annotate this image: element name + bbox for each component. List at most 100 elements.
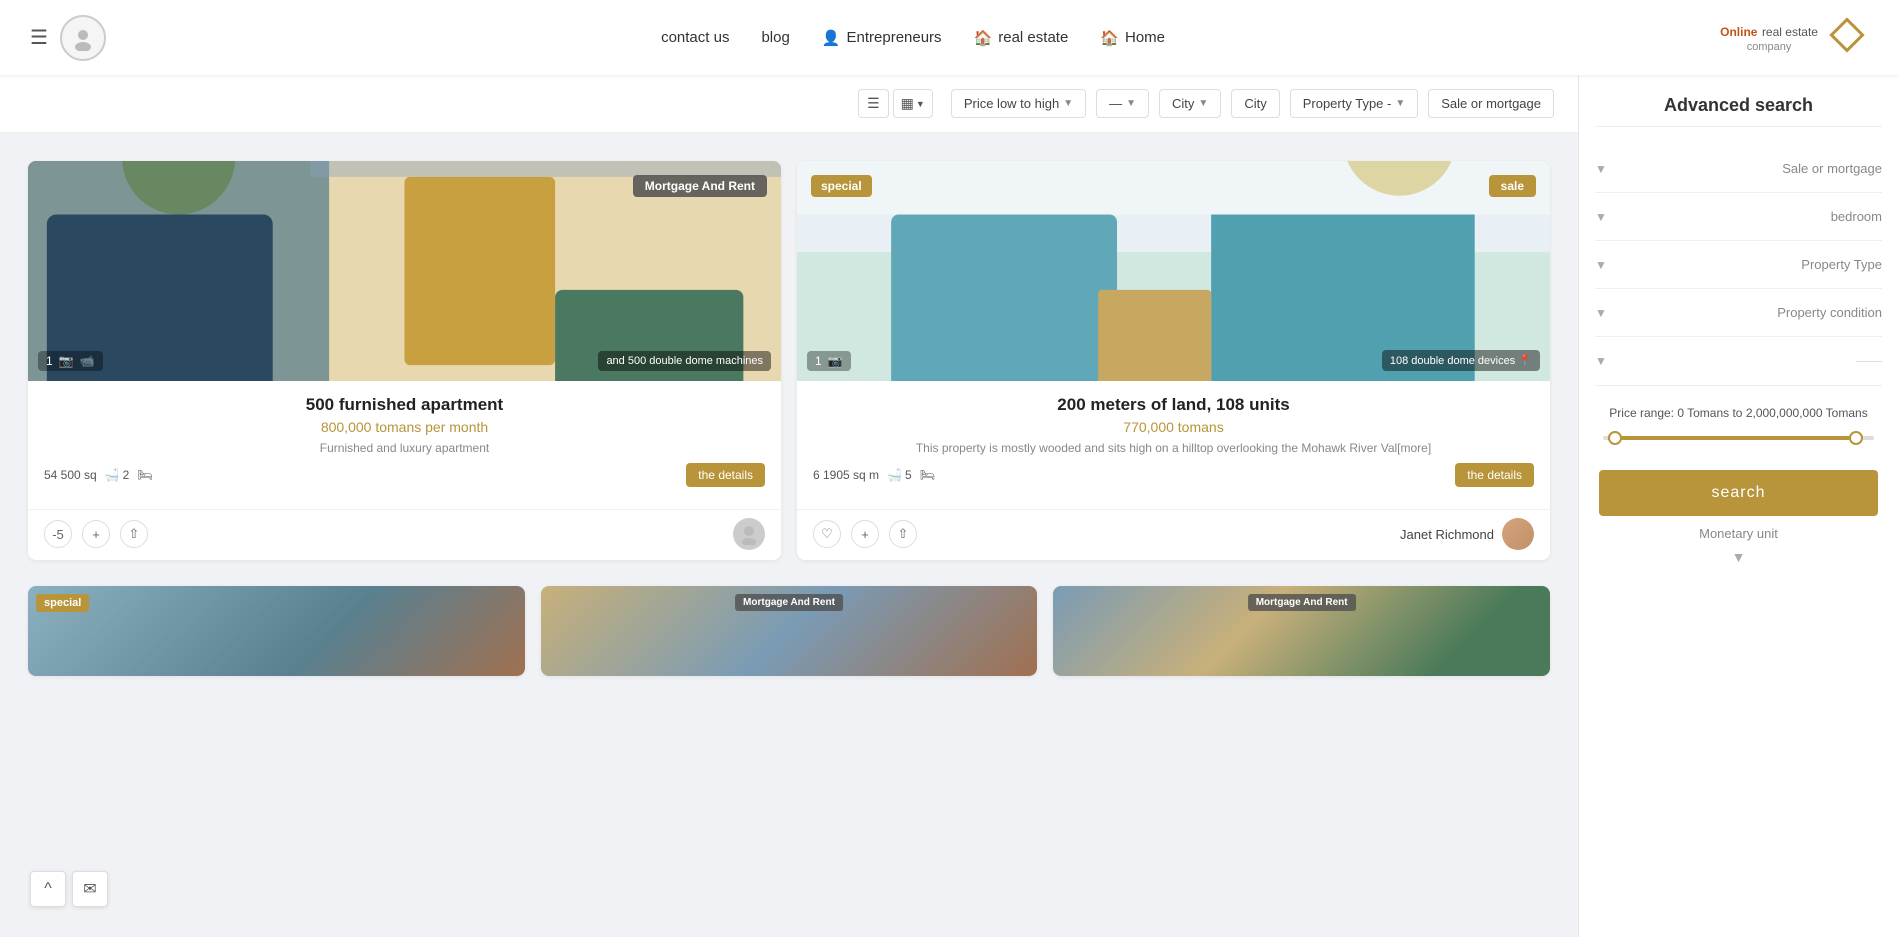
nav-item-entrepreneurs[interactable]: 👤 Entrepreneurs: [822, 29, 942, 47]
bath-count: 2: [123, 468, 130, 482]
hamburger-icon[interactable]: ☰: [30, 25, 48, 50]
bottom-property-row: special Mortgage And Rent Mortgage And R…: [0, 578, 1578, 704]
share-button[interactable]: ⇧: [889, 520, 917, 548]
bed-icon: 🛏: [920, 468, 935, 482]
dislike-count: -5: [52, 527, 64, 542]
spec-bath: 🛁 5: [887, 468, 912, 482]
logo-wrap: Online real estate company: [1720, 14, 1868, 61]
sidebar-section-header[interactable]: ▼ bedroom: [1595, 205, 1882, 228]
arrow-up-icon: ^: [44, 880, 52, 898]
search-button[interactable]: search: [1599, 470, 1878, 516]
avatar[interactable]: [60, 15, 106, 61]
sort-filter-button[interactable]: Price low to high ▼: [951, 89, 1086, 118]
details-button[interactable]: the details: [1455, 463, 1534, 487]
bed-icon: 🛏: [137, 468, 152, 482]
share-icon: ⇧: [898, 526, 909, 542]
property-card: Mortgage And Rent 1 📷 📹 and 500 double d…: [28, 161, 781, 560]
like-button[interactable]: ♡: [813, 520, 841, 548]
agent-info: Janet Richmond: [1400, 518, 1534, 550]
property-description: This property is mostly wooded and sits …: [813, 441, 1534, 455]
camera-icon: 📷: [828, 354, 843, 368]
property-image: [797, 161, 1550, 381]
chevron-down-icon: ▼: [916, 99, 925, 109]
grid-view-button[interactable]: ▦ ▼: [893, 89, 933, 118]
nav-item-realestate[interactable]: 🏠 real estate: [974, 29, 1069, 47]
camera-icon: 📷: [59, 354, 74, 368]
agent-name: Janet Richmond: [1400, 527, 1494, 542]
mortgage-badge: Mortgage And Rent: [1248, 594, 1356, 611]
bottom-chevron-icon[interactable]: ▼: [1599, 549, 1878, 565]
nav-item-home[interactable]: 🏠 Home: [1100, 29, 1165, 47]
property-type-filter-button[interactable]: Property Type - ▼: [1290, 89, 1419, 118]
property-card-small: special: [28, 586, 525, 676]
sidebar-section-header[interactable]: ▼ Property Type: [1595, 253, 1882, 276]
city1-filter-button[interactable]: City ▼: [1159, 89, 1221, 118]
sidebar-section-header[interactable]: ▼ Property condition: [1595, 301, 1882, 324]
photo-number: 1: [46, 354, 53, 368]
sidebar-section-header[interactable]: ▼ ⎯⎯⎯⎯: [1595, 349, 1882, 373]
add-button[interactable]: +: [851, 520, 879, 548]
section-label: Property Type: [1611, 257, 1882, 272]
add-button[interactable]: +: [82, 520, 110, 548]
property-type-label: Property Type -: [1303, 96, 1392, 111]
mail-button[interactable]: ✉: [72, 871, 108, 907]
grid-icon: ▦: [901, 95, 914, 112]
share-icon: ⇧: [129, 526, 140, 542]
logo-diamond-icon: [1826, 14, 1868, 61]
special-badge: special: [811, 175, 872, 197]
chevron-down-icon: ▼: [1595, 258, 1607, 272]
city2-label: City: [1244, 96, 1266, 111]
separator-filter-button[interactable]: — ▼: [1096, 89, 1149, 118]
view-toggle: ☰ ▦ ▼: [858, 89, 933, 118]
sale-mortgage-label: Sale or mortgage: [1441, 96, 1541, 111]
photo-count: 1 📷 📹: [38, 351, 103, 371]
chevron-down-icon: ▼: [1595, 210, 1607, 224]
agent-avatar: [733, 518, 765, 550]
mail-icon: ✉: [83, 879, 96, 899]
range-slider[interactable]: [1603, 428, 1874, 448]
sidebar-section-sale-mortgage: ▼ Sale or mortgage: [1595, 145, 1882, 193]
card-body: 200 meters of land, 108 units 770,000 to…: [797, 381, 1550, 505]
chevron-down-icon: ▼: [1595, 162, 1607, 176]
overlay-text: and 500 double dome machines: [598, 351, 771, 371]
bath-icon: 🛁: [887, 468, 902, 482]
details-button[interactable]: the details: [686, 463, 765, 487]
scroll-up-button[interactable]: ^: [30, 871, 66, 907]
nav-item-contact[interactable]: contact us: [661, 29, 729, 46]
monetary-unit-label: Monetary unit: [1599, 526, 1878, 541]
chevron-down-icon: ▼: [1595, 354, 1607, 368]
dislike-button[interactable]: -5: [44, 520, 72, 548]
video-icon: 📹: [80, 354, 95, 368]
card-details-row: 54 500 sq 🛁 2 🛏 the details: [44, 463, 765, 487]
card-specs: 54 500 sq 🛁 2 🛏: [44, 468, 153, 482]
property-card-small: Mortgage And Rent: [1053, 586, 1550, 676]
spec-area: 6 1905 sq m: [813, 468, 879, 482]
special-badge: special: [36, 594, 89, 612]
sidebar-section-header[interactable]: ▼ Sale or mortgage: [1595, 157, 1882, 180]
city2-filter-button[interactable]: City: [1231, 89, 1279, 118]
bath-icon: 🛁: [105, 468, 120, 482]
range-thumb-right[interactable]: [1849, 431, 1863, 445]
nav-item-blog[interactable]: blog: [761, 29, 789, 46]
area-value: 54 500 sq: [44, 468, 97, 482]
photo-number: 1: [815, 354, 822, 368]
sort-label: Price low to high: [964, 96, 1059, 111]
section-label: ⎯⎯⎯⎯: [1611, 353, 1882, 369]
sale-mortgage-filter-button[interactable]: Sale or mortgage: [1428, 89, 1554, 118]
user-icon: 👤: [822, 29, 841, 47]
sidebar-title: Advanced search: [1595, 95, 1882, 127]
card-footer: -5 + ⇧: [28, 509, 781, 560]
property-badge: sale: [1489, 175, 1536, 197]
logo-tagline: real estate: [1762, 25, 1818, 39]
filter-bar: ☰ ▦ ▼ Price low to high ▼ — ▼ City ▼ Cit…: [0, 75, 1578, 133]
list-view-button[interactable]: ☰: [858, 89, 889, 118]
range-thumb-left[interactable]: [1608, 431, 1622, 445]
card-specs: 6 1905 sq m 🛁 5 🛏: [813, 468, 935, 482]
chevron-down-icon: ▼: [1395, 98, 1405, 109]
chevron-down-icon: ▼: [1198, 98, 1208, 109]
share-button[interactable]: ⇧: [120, 520, 148, 548]
logo-brand: company: [1720, 41, 1818, 53]
overlay-text: 108 double dome devices 📍: [1382, 350, 1540, 371]
spec-area: 54 500 sq: [44, 468, 97, 482]
property-title: 200 meters of land, 108 units: [813, 395, 1534, 415]
